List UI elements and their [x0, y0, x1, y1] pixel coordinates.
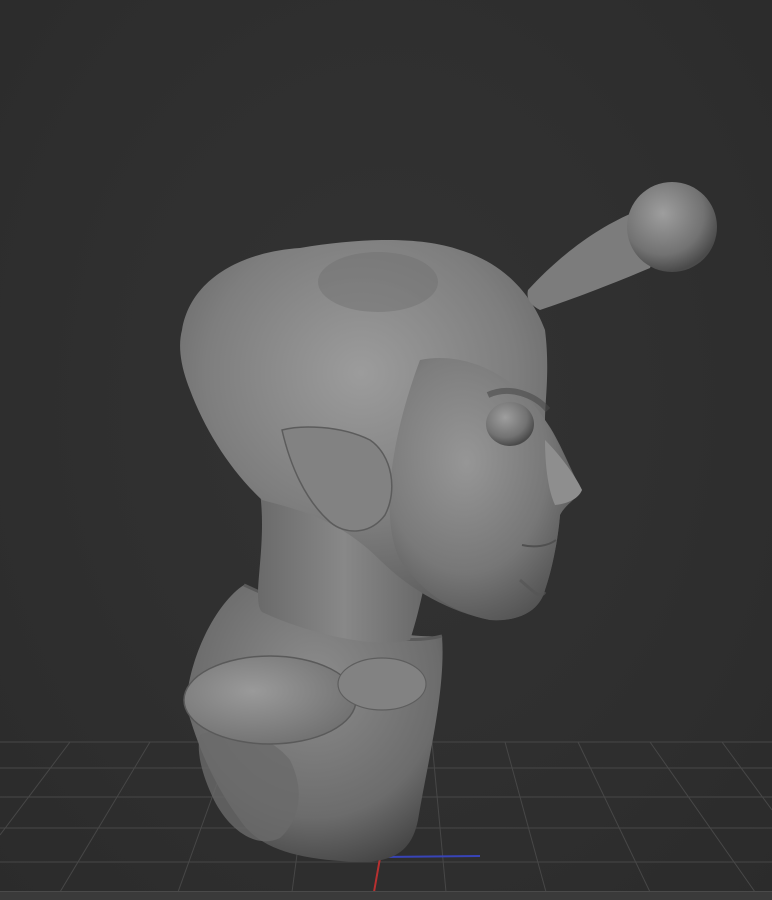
eye-mesh[interactable] — [486, 402, 534, 446]
shoulder-disc-back[interactable] — [337, 657, 427, 711]
axis-x-line — [373, 857, 381, 893]
sculpt-model[interactable] — [180, 182, 717, 862]
shoulder-disc-front[interactable] — [183, 655, 357, 745]
antenna-ball[interactable] — [627, 182, 717, 272]
viewport-canvas[interactable] — [0, 0, 772, 900]
axis-z-line — [379, 855, 481, 858]
3d-viewport[interactable] — [0, 0, 772, 900]
viewport-bottom-bar — [0, 891, 772, 900]
cranium-dent — [318, 252, 438, 312]
